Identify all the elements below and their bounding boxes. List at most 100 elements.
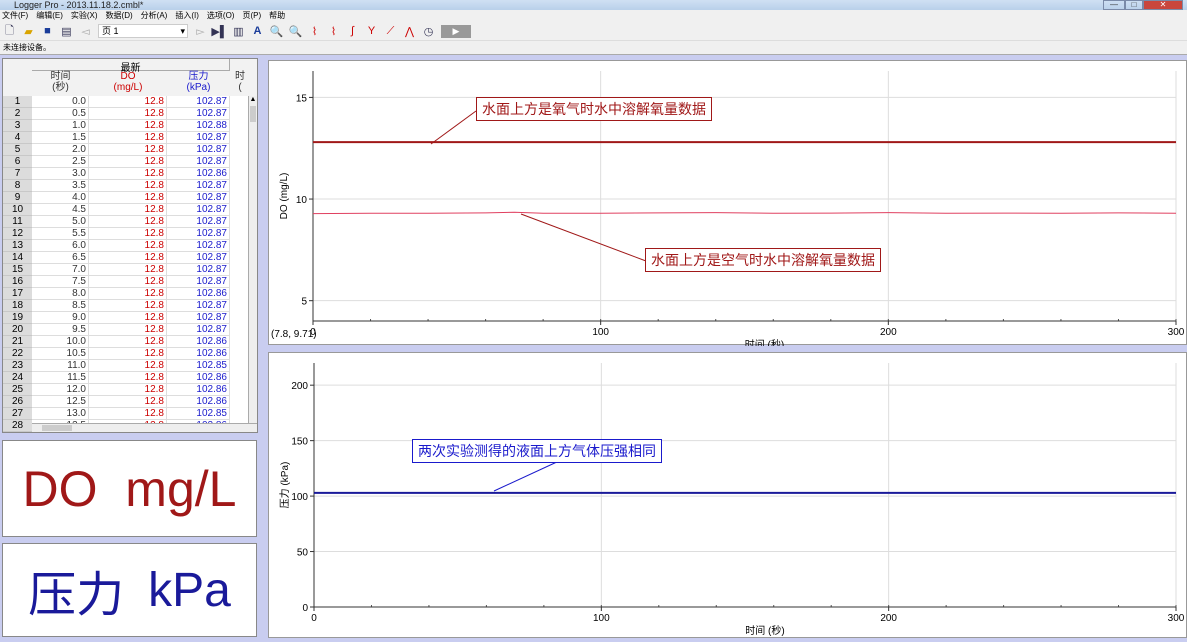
tangent-icon[interactable]: ⌇ [327,25,340,38]
table-cell[interactable]: 12.8 [89,180,167,192]
scroll-up-icon[interactable]: ▲ [249,96,257,105]
row-number[interactable]: 17 [3,288,32,300]
table-cell[interactable]: 2.5 [32,156,89,168]
table-cell[interactable]: 9.0 [32,312,89,324]
autoscale-icon[interactable]: A [251,25,264,38]
table-cell[interactable]: 102.86 [167,168,230,180]
table-cell[interactable]: 12.5 [32,396,89,408]
table-cell[interactable]: 102.86 [167,336,230,348]
table-cell[interactable]: 12.8 [89,192,167,204]
row-number[interactable]: 23 [3,360,32,372]
collect-button[interactable]: ▶ [441,24,471,38]
curve-fit-icon[interactable]: ⋀ [403,25,416,38]
table-cell[interactable]: 102.87 [167,228,230,240]
menu-item[interactable]: 帮助 [269,10,285,22]
table-cell[interactable]: 12.8 [89,348,167,360]
row-number[interactable]: 2 [3,108,32,120]
table-cell[interactable]: 12.8 [89,120,167,132]
table-cell[interactable]: 11.5 [32,372,89,384]
row-number[interactable]: 8 [3,180,32,192]
table-cell[interactable]: 102.87 [167,108,230,120]
table-cell[interactable]: 2.0 [32,144,89,156]
row-number[interactable]: 25 [3,384,32,396]
table-cell[interactable]: 3.0 [32,168,89,180]
table-cell[interactable]: 102.87 [167,264,230,276]
table-cell[interactable]: 102.85 [167,408,230,420]
row-number[interactable]: 16 [3,276,32,288]
menu-item[interactable]: 插入(I) [175,10,199,22]
table-cell[interactable]: 102.87 [167,252,230,264]
table-cell[interactable]: 102.87 [167,324,230,336]
table-cell[interactable]: 102.86 [167,372,230,384]
table-cell[interactable]: 102.87 [167,96,230,108]
table-cell[interactable]: 11.0 [32,360,89,372]
row-number[interactable]: 3 [3,120,32,132]
table-cell[interactable]: 12.8 [89,216,167,228]
table-cell[interactable]: 102.87 [167,132,230,144]
row-number[interactable]: 27 [3,408,32,420]
table-cell[interactable]: 7.5 [32,276,89,288]
row-number[interactable]: 22 [3,348,32,360]
row-number[interactable]: 20 [3,324,32,336]
data-collection-icon[interactable]: ◷ [422,25,435,38]
table-cell[interactable]: 102.87 [167,156,230,168]
table-cell[interactable]: 3.5 [32,180,89,192]
meter-icon[interactable]: ▥ [232,25,245,38]
zoom-out-icon[interactable]: 🔍 [289,25,303,38]
table-cell[interactable]: 12.8 [89,288,167,300]
table-cell[interactable]: 1.0 [32,120,89,132]
pressure-annotation[interactable]: 两次实验测得的液面上方气体压强相同 [412,439,662,463]
pressure-graph[interactable]: 0 100 200 300 0 50 100 150 200 时间 (秒) 压力 (kPa) 两次实… [268,352,1187,638]
row-number[interactable]: 12 [3,228,32,240]
table-cell[interactable]: 102.88 [167,120,230,132]
table-cell[interactable]: 8.5 [32,300,89,312]
vertical-scrollbar[interactable]: ▲ [248,96,257,423]
table-cell[interactable]: 10.5 [32,348,89,360]
row-number[interactable]: 21 [3,336,32,348]
table-cell[interactable]: 6.0 [32,240,89,252]
table-cell[interactable]: 12.8 [89,360,167,372]
row-number[interactable]: 6 [3,156,32,168]
row-number[interactable]: 5 [3,144,32,156]
table-cell[interactable]: 0.5 [32,108,89,120]
table-cell[interactable]: 1.5 [32,132,89,144]
horizontal-scrollbar[interactable] [32,423,257,432]
table-cell[interactable]: 12.8 [89,336,167,348]
row-number[interactable]: 19 [3,312,32,324]
do-graph-canvas[interactable]: 0 100 200 30051015时间 (秒)DO (mg/L) [269,61,1187,351]
row-number[interactable]: 9 [3,192,32,204]
do-graph[interactable]: 0 100 200 300 5 10 15 时间 (秒) DO (mg/L) 水面上方是氧气时水… [268,60,1187,351]
menu-item[interactable]: 选项(O) [207,10,235,22]
table-cell[interactable]: 0.0 [32,96,89,108]
table-cell[interactable]: 102.86 [167,396,230,408]
prev-page-icon[interactable]: ◅ [79,25,92,38]
open-folder-icon[interactable]: ▰ [22,25,35,38]
table-cell[interactable]: 102.87 [167,276,230,288]
table-cell[interactable]: 102.87 [167,240,230,252]
save-icon[interactable]: ■ [41,25,54,38]
close-button[interactable]: ✕ [1143,0,1183,10]
scroll-thumb[interactable] [250,106,256,122]
table-cell[interactable]: 102.87 [167,192,230,204]
row-number[interactable]: 28 [3,420,32,432]
table-cell[interactable]: 12.8 [89,264,167,276]
row-number[interactable]: 11 [3,216,32,228]
menu-item[interactable]: 页(P) [242,10,261,22]
table-cell[interactable]: 12.8 [89,372,167,384]
table-cell[interactable]: 4.0 [32,192,89,204]
table-cell[interactable]: 7.0 [32,264,89,276]
table-cell[interactable]: 12.8 [89,384,167,396]
table-cell[interactable]: 5.0 [32,216,89,228]
table-cell[interactable]: 12.8 [89,168,167,180]
table-cell[interactable]: 12.8 [89,312,167,324]
table-cell[interactable]: 102.87 [167,216,230,228]
oxygen-annotation[interactable]: 水面上方是氧气时水中溶解氧量数据 [476,97,712,121]
table-cell[interactable]: 102.87 [167,144,230,156]
menu-item[interactable]: 编辑(E) [36,10,63,22]
row-number[interactable]: 7 [3,168,32,180]
table-cell[interactable]: 5.5 [32,228,89,240]
table-cell[interactable]: 12.8 [89,252,167,264]
hscroll-thumb[interactable] [42,425,72,431]
table-cell[interactable]: 12.8 [89,240,167,252]
row-number[interactable]: 15 [3,264,32,276]
